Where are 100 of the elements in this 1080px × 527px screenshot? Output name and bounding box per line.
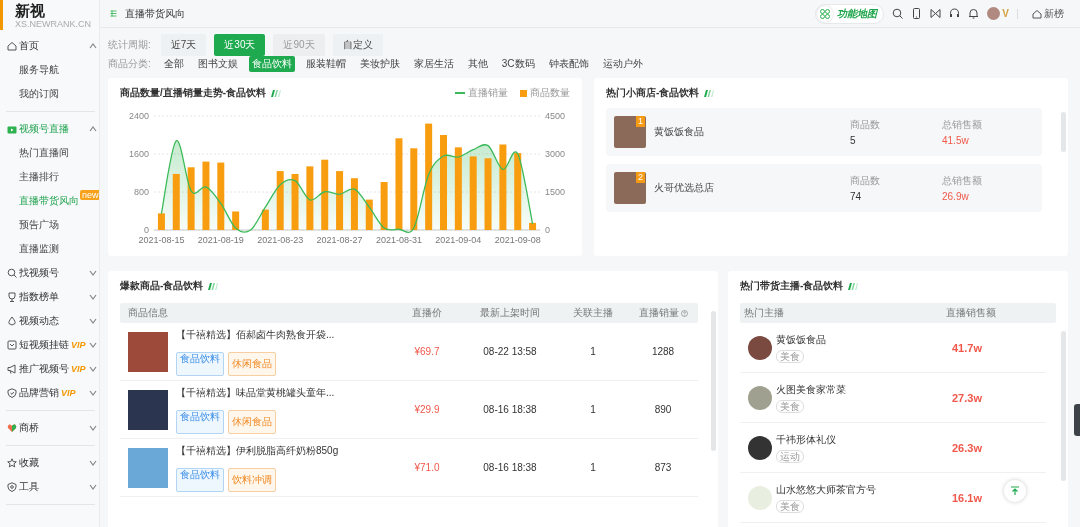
vip-label: VIP (71, 364, 86, 374)
caret-icon (89, 365, 97, 373)
product-title[interactable]: 【千禧精选】味品堂黄桃罐头童年... (176, 385, 335, 400)
rank-badge: 2 (636, 172, 645, 183)
shop-card[interactable]: 1 黄饭饭食品 商品数 5 总销售额 41.5w (606, 108, 1042, 156)
sidebar-item[interactable]: 品牌营销 VIP (4, 381, 97, 405)
bar (350, 178, 358, 230)
stat-value: 26.9w (942, 191, 970, 202)
side-tab[interactable] (1074, 404, 1080, 436)
square-icon (7, 340, 17, 350)
category-tab[interactable]: 美妆护肤 (356, 56, 403, 72)
stripes-icon (847, 282, 859, 290)
category-tab[interactable]: 家居生活 (410, 56, 457, 72)
sales-amount: 16.1w (952, 491, 982, 504)
caret-icon (89, 483, 97, 491)
product-title[interactable]: 【千禧精选】佰郝卤牛肉熟食开袋... (176, 327, 335, 342)
host-name[interactable]: 黄饭饭食品 (776, 332, 952, 347)
photo-placeholder (128, 389, 168, 430)
sales-amount: 26.3w (952, 441, 982, 454)
sidebar-item[interactable]: 首页 (4, 34, 97, 58)
shield-icon (7, 388, 17, 398)
price: ¥69.7 (414, 346, 440, 357)
stat-label: 商品数 (850, 174, 881, 188)
period-button[interactable]: 近7天 (160, 34, 207, 56)
sidebar-subitem[interactable]: 直播监测 (4, 237, 59, 261)
sidebar-subitem[interactable]: 热门直播间 (4, 141, 69, 165)
help-icon (680, 309, 688, 317)
sidebar-item[interactable]: 推广视频号 VIP (4, 357, 97, 381)
category-tab[interactable]: 3C数码 (498, 56, 538, 72)
photo-placeholder (128, 331, 168, 372)
product-title[interactable]: 【千禧精选】伊利脱脂高纤奶粉850g (176, 443, 339, 458)
host-name[interactable]: 千祎形体礼仪 (776, 432, 952, 447)
table-cell: 1 (590, 462, 596, 473)
axis-tick-label: 2021-08-15 (138, 235, 185, 245)
sidebar-item[interactable]: 收藏 (4, 451, 97, 475)
stat-label: 总销售额 (942, 174, 983, 188)
category-tab[interactable]: 图书文娱 (194, 56, 241, 72)
shield-icon (7, 482, 17, 492)
sidebar-subitem[interactable]: 预告广场 (4, 213, 59, 237)
axis-tick-label: 2021-09-08 (494, 235, 541, 245)
sidebar-subitem[interactable]: 我的订阅 (4, 82, 59, 106)
column-header: 直播销售额 (946, 307, 996, 318)
category-tab[interactable]: 全部 (160, 56, 187, 72)
sidebar-item[interactable]: 工具 (4, 475, 97, 499)
caret-icon (89, 459, 97, 467)
category-tab[interactable]: 运动户外 (599, 56, 646, 72)
home-icon (1032, 8, 1042, 19)
axis-tick-label: 2400 (128, 111, 149, 121)
stripes-icon (270, 89, 282, 97)
bar (336, 171, 344, 230)
new-badge: new (80, 190, 99, 200)
category-tab[interactable]: 其他 (464, 56, 491, 72)
scrollbar (1061, 112, 1066, 152)
tag: 休闲食品 (228, 409, 276, 434)
axis-tick-label: 2021-08-27 (316, 235, 363, 245)
sidebar-item[interactable]: 视频动态 (4, 309, 97, 333)
sidebar-item[interactable]: 短视频挂链 VIP (4, 333, 97, 357)
tag: 运动 (776, 449, 804, 463)
bar (365, 199, 373, 230)
phone-icon[interactable] (911, 8, 923, 19)
sidebar-item[interactable]: 找视频号 (4, 261, 97, 285)
category-tab[interactable]: 服装鞋帽 (302, 56, 349, 72)
shop-card[interactable]: 2 火哥优选总店 商品数 74 总销售额 26.9w (606, 164, 1042, 212)
headset-icon[interactable] (949, 8, 961, 19)
axis-tick-label: 800 (133, 187, 149, 197)
heart-icon (7, 423, 17, 433)
sidebar-item[interactable]: 指数榜单 (4, 285, 97, 309)
trophy-icon (7, 292, 17, 302)
list-icon (110, 10, 117, 17)
avatar (748, 385, 772, 410)
period-button[interactable]: 自定义 (332, 34, 383, 56)
drop-icon (7, 316, 17, 326)
caret-icon (89, 341, 97, 349)
legend-label: 商品数量 (530, 86, 570, 100)
sidebar-subitem[interactable]: 服务导航 (4, 58, 59, 82)
avatar (748, 335, 772, 360)
butterfly-icon[interactable] (930, 8, 942, 19)
bar (306, 166, 314, 230)
home-link[interactable]: 新榜 (1026, 5, 1070, 22)
table-cell: 08-16 18:38 (483, 462, 537, 473)
tag: 美食 (776, 499, 804, 513)
column-header: 关联主播 (573, 307, 613, 318)
stat-value: 5 (850, 135, 857, 146)
bell-icon[interactable] (968, 8, 980, 19)
logo-title[interactable]: 新视 (15, 2, 45, 19)
category-tab[interactable]: 钟表配饰 (545, 56, 592, 72)
shop-name: 黄饭饭食品 (654, 125, 705, 139)
avatar[interactable] (987, 7, 1001, 20)
breadcrumb: 直播带货风向 (125, 6, 185, 21)
sidebar-item[interactable]: 商桥 (4, 416, 97, 440)
axis-tick-label: 2021-09-04 (435, 235, 482, 245)
bar (157, 213, 165, 230)
host-name[interactable]: 山水悠悠大师茶官方号 (776, 482, 952, 497)
host-name[interactable]: 火图美食家常菜 (776, 382, 952, 397)
filter-label: 商品分类: (108, 57, 151, 71)
search-icon[interactable] (892, 8, 904, 19)
sidebar-subitem[interactable]: 主播排行 (4, 165, 59, 189)
panel-title: 热门小商店-食品饮料 (606, 86, 700, 100)
table-cell: 08-22 13:58 (483, 346, 537, 357)
shop-name: 火哥优选总店 (654, 181, 715, 195)
